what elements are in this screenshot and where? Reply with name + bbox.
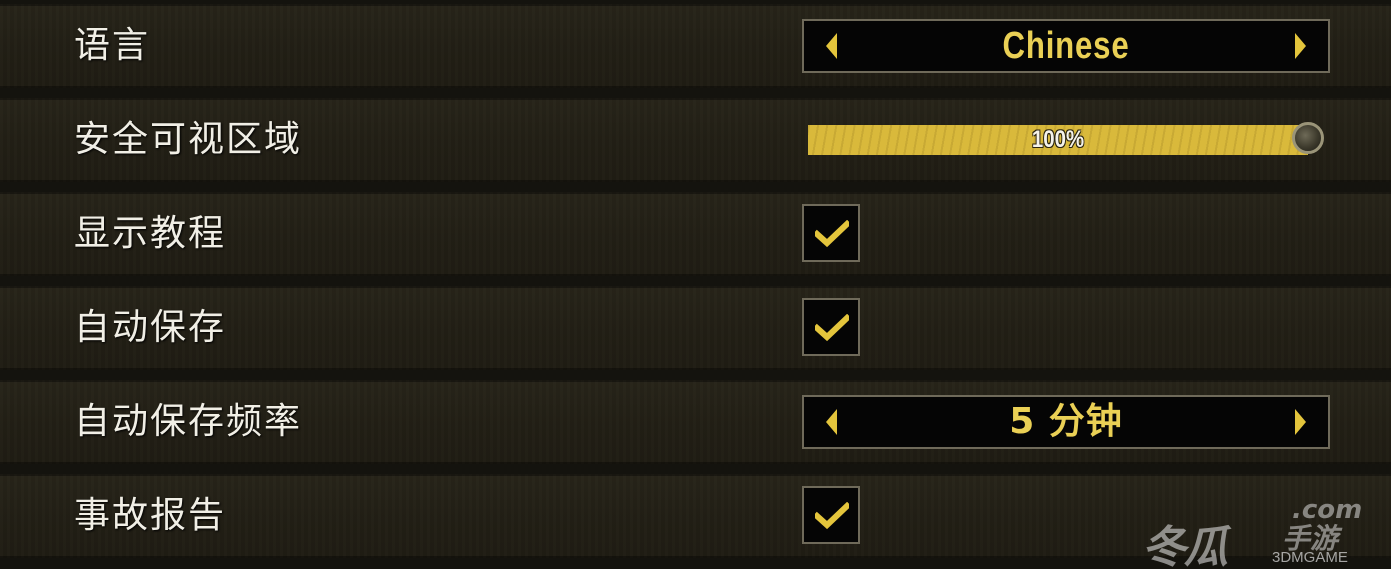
checkmark-icon [815, 314, 849, 342]
checkmark-icon [815, 220, 849, 248]
language-value: Chinese [1002, 25, 1130, 67]
setting-row-autosave-frequency: 自动保存频率 5 分钟 [0, 380, 1391, 464]
checkmark-icon [815, 502, 849, 530]
show-tutorial-label: 显示教程 [74, 213, 227, 254]
arrow-right-icon[interactable] [1295, 33, 1306, 59]
arrow-left-icon[interactable] [826, 409, 837, 435]
setting-row-show-tutorial: 显示教程 [0, 192, 1391, 276]
settings-panel: 语言 Chinese 安全可视区域 100% 显示教程 自动保存 自动保存频率 … [0, 0, 1391, 569]
arrow-left-icon[interactable] [826, 33, 837, 59]
language-selector[interactable]: Chinese [802, 19, 1330, 73]
autosave-frequency-selector[interactable]: 5 分钟 [802, 395, 1330, 449]
safe-area-value: 100% [1031, 126, 1085, 153]
crash-report-label: 事故报告 [74, 495, 227, 536]
setting-row-language: 语言 Chinese [0, 4, 1391, 88]
autosave-checkbox[interactable] [802, 298, 860, 356]
language-label: 语言 [74, 25, 151, 66]
crash-report-checkbox[interactable] [802, 486, 860, 544]
autosave-frequency-label: 自动保存频率 [74, 401, 303, 442]
slider-knob-icon[interactable] [1292, 122, 1324, 154]
arrow-right-icon[interactable] [1295, 409, 1306, 435]
safe-area-slider[interactable]: 100% [808, 122, 1324, 155]
safe-area-label: 安全可视区域 [74, 119, 303, 160]
setting-row-autosave: 自动保存 [0, 286, 1391, 370]
setting-row-crash-report: 事故报告 [0, 474, 1391, 558]
show-tutorial-checkbox[interactable] [802, 204, 860, 262]
setting-row-safe-area: 安全可视区域 100% [0, 98, 1391, 182]
autosave-frequency-value: 5 分钟 [1009, 401, 1123, 442]
autosave-label: 自动保存 [74, 307, 227, 348]
